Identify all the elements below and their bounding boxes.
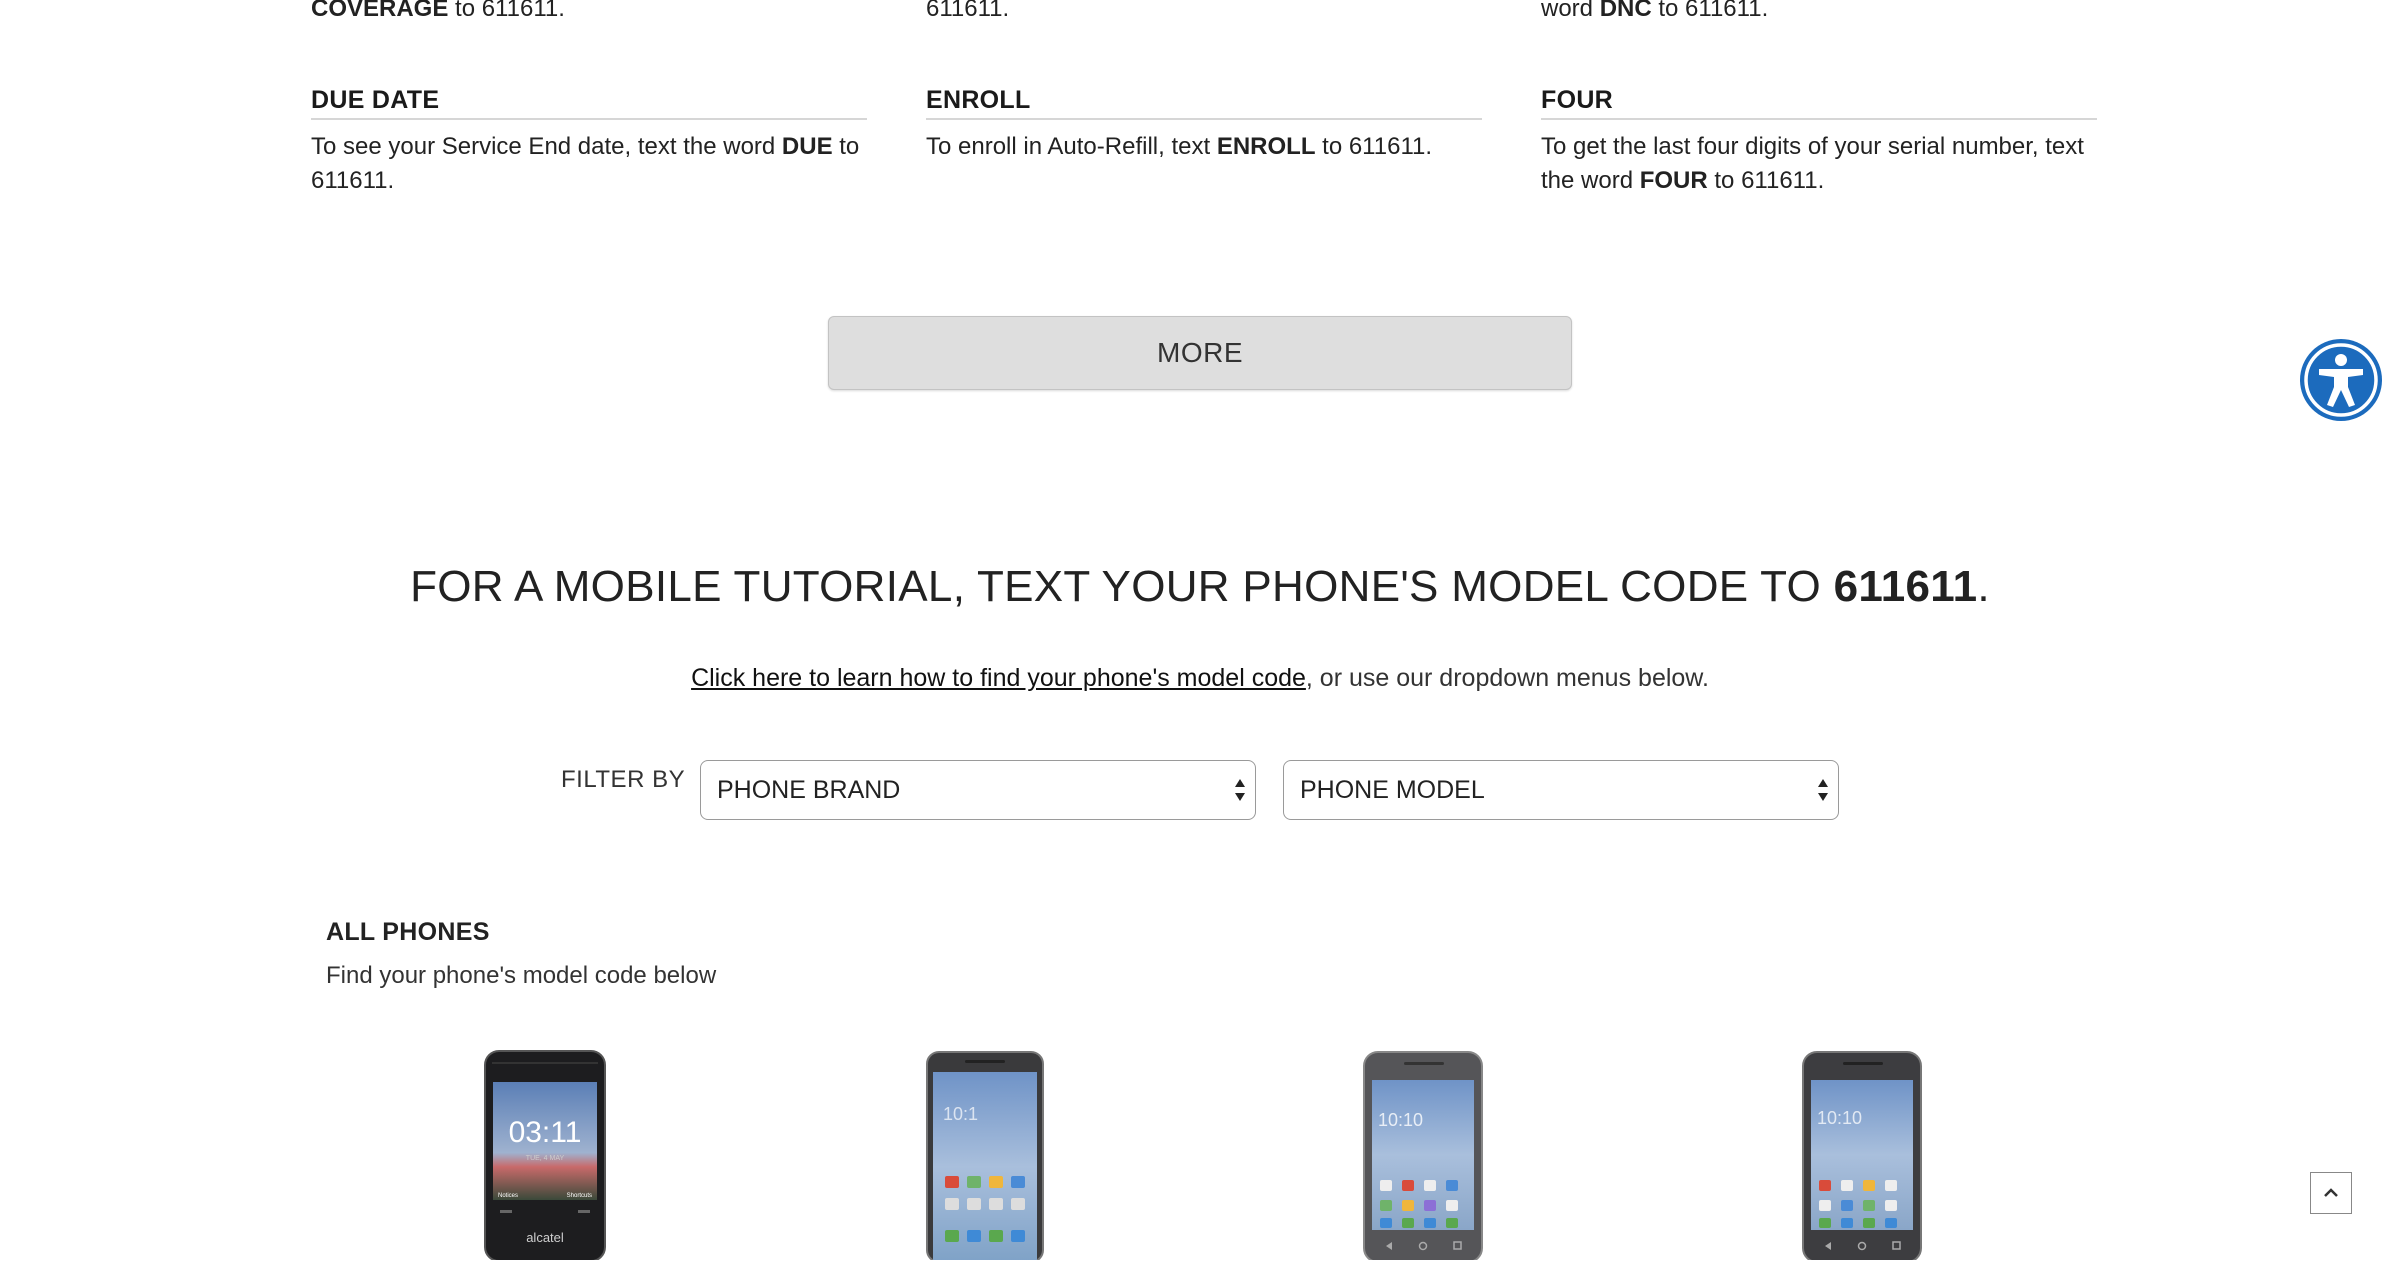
svg-text:alcatel: alcatel — [526, 1230, 564, 1245]
card-title: ENROLL — [926, 86, 1482, 120]
phone-model-select[interactable]: PHONE MODEL — [1283, 760, 1839, 820]
all-phones-title: ALL PHONES — [326, 918, 490, 946]
svg-text:10:10: 10:10 — [1378, 1110, 1423, 1130]
updown-arrows-icon — [1818, 779, 1828, 801]
updown-arrows-icon — [1235, 779, 1245, 801]
svg-text:10:1: 10:1 — [943, 1104, 978, 1124]
accessibility-icon — [2304, 343, 2378, 417]
card-four: FOUR To get the last four digits of your… — [1541, 86, 2097, 198]
phone-image: 10:10 — [1802, 1051, 1922, 1263]
card-enroll: ENROLL To enroll in Auto-Refill, text EN… — [926, 86, 1482, 164]
svg-text:03:11: 03:11 — [509, 1116, 582, 1149]
find-model-code-link[interactable]: Click here to learn how to find your pho… — [691, 664, 1306, 692]
phone-card[interactable]: 10:10 — [1362, 1050, 1484, 1265]
card-text: To see your Service End date, text the w… — [311, 133, 860, 194]
filter-label: FILTER BY — [561, 766, 686, 793]
phone-card[interactable]: TUE, 4 MAY 03:11 Notices Shortcuts alcat… — [484, 1050, 606, 1265]
accessibility-button[interactable] — [2300, 339, 2382, 421]
coverage-text: COVERAGE to 611611. — [311, 0, 565, 22]
svg-text:Shortcuts: Shortcuts — [567, 1193, 592, 1199]
model-code-help: Click here to learn how to find your pho… — [691, 664, 1709, 692]
card-title: DUE DATE — [311, 86, 867, 120]
phone-image: 10:10 — [1363, 1051, 1483, 1263]
card-due-date: DUE DATE To see your Service End date, t… — [311, 86, 867, 198]
svg-text:10:10: 10:10 — [1817, 1108, 1862, 1128]
svg-text:TUE, 4 MAY: TUE, 4 MAY — [526, 1155, 565, 1162]
phone-card[interactable]: 10:1 — [925, 1050, 1045, 1265]
phone-image: 10:1 — [926, 1051, 1044, 1263]
dnc-text: word DNC to 611611. — [1541, 0, 1769, 22]
tutorial-heading: FOR A MOBILE TUTORIAL, TEXT YOUR PHONE'S… — [410, 562, 1990, 611]
phone-brand-select[interactable]: PHONE BRAND — [700, 760, 1256, 820]
svg-text:Notices: Notices — [498, 1193, 518, 1199]
phone-image: TUE, 4 MAY 03:11 Notices Shortcuts alcat… — [484, 1050, 606, 1262]
phone-card[interactable]: 10:10 — [1801, 1050, 1923, 1265]
all-phones-subtitle: Find your phone's model code below — [326, 962, 717, 989]
card-text: To get the last four digits of your seri… — [1541, 133, 2084, 194]
card-title: FOUR — [1541, 86, 2097, 120]
select-value: PHONE MODEL — [1300, 775, 1485, 804]
card-text: To enroll in Auto-Refill, text ENROLL to… — [926, 133, 1433, 160]
select-value: PHONE BRAND — [717, 775, 901, 804]
more-button[interactable]: MORE — [828, 316, 1572, 390]
scroll-top-button[interactable] — [2310, 1172, 2352, 1214]
chevron-up-icon — [2324, 1188, 2338, 1197]
top-col2-text: 611611. — [926, 0, 1010, 22]
